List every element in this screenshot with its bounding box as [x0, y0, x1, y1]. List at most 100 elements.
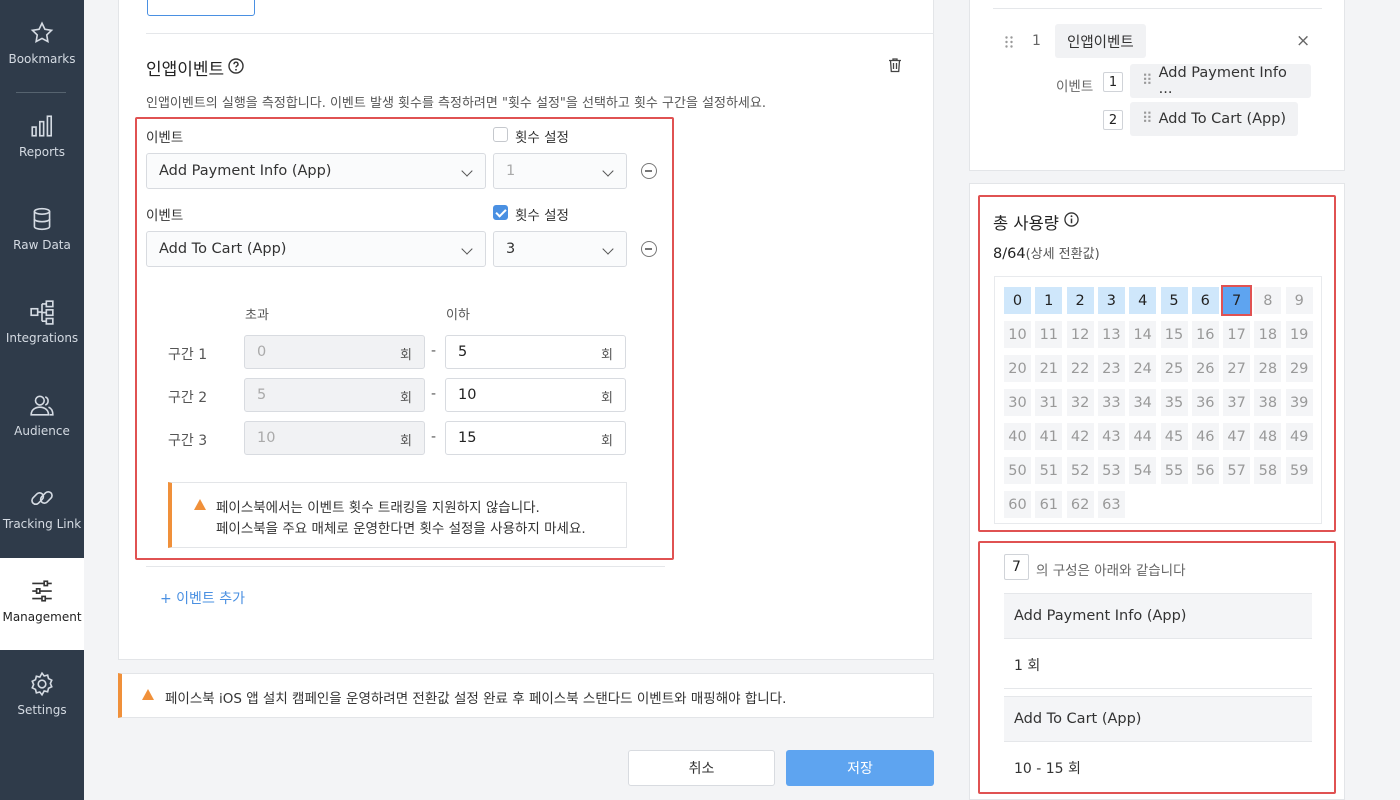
- range-to-input[interactable]: 5회: [445, 335, 626, 369]
- conversion-value-cell[interactable]: 13: [1097, 321, 1125, 348]
- conversion-value-cell[interactable]: 9: [1285, 287, 1313, 314]
- conversion-value-cell[interactable]: 52: [1066, 457, 1094, 484]
- conversion-value-cell[interactable]: 60: [1004, 491, 1031, 518]
- range-dash: -: [431, 386, 437, 402]
- conversion-value-cell[interactable]: 56: [1191, 457, 1219, 484]
- sidebar: Bookmarks Reports Raw Data Integrations …: [0, 0, 84, 800]
- range-to-input[interactable]: 10 회: [445, 378, 626, 412]
- sidebar-item-label: Audience: [14, 424, 70, 438]
- conversion-value-cell[interactable]: 26: [1191, 355, 1219, 382]
- preview-event-chip[interactable]: 인앱이벤트: [1055, 24, 1146, 58]
- count-checkbox[interactable]: [493, 127, 508, 142]
- conversion-value-cell[interactable]: 33: [1097, 389, 1125, 416]
- conversion-value-cell[interactable]: 15: [1160, 321, 1188, 348]
- top-button[interactable]: [147, 0, 255, 16]
- conversion-value-cell[interactable]: 28: [1254, 355, 1282, 382]
- drag-handle-icon[interactable]: [1004, 35, 1014, 49]
- conversion-value-cell[interactable]: 27: [1223, 355, 1251, 382]
- event-select[interactable]: Add To Cart (App): [146, 231, 486, 267]
- conversion-value-cell[interactable]: 51: [1035, 457, 1063, 484]
- conversion-value-cell[interactable]: 17: [1223, 321, 1251, 348]
- conversion-value-cell[interactable]: 16: [1191, 321, 1219, 348]
- conversion-value-cell[interactable]: 1: [1035, 287, 1063, 314]
- conversion-value-cell[interactable]: 50: [1004, 457, 1031, 484]
- conversion-value-cell[interactable]: 54: [1129, 457, 1157, 484]
- conversion-value-cell[interactable]: 18: [1254, 321, 1282, 348]
- conversion-value-cell[interactable]: 8: [1254, 287, 1282, 314]
- conversion-value-cell[interactable]: 59: [1285, 457, 1313, 484]
- ios-warning: 페이스북 iOS 앱 설치 캠페인을 운영하려면 전환값 설정 완료 후 페이스…: [118, 673, 934, 718]
- sidebar-item-management[interactable]: Management: [0, 558, 84, 650]
- conversion-value-cell[interactable]: 14: [1129, 321, 1157, 348]
- sidebar-item-reports[interactable]: Reports: [0, 93, 84, 185]
- conversion-value-cell[interactable]: 31: [1035, 389, 1063, 416]
- conversion-value-cell[interactable]: 36: [1191, 389, 1219, 416]
- sidebar-item-audience[interactable]: Audience: [0, 372, 84, 464]
- conversion-value-cell[interactable]: 55: [1160, 457, 1188, 484]
- conversion-value-cell[interactable]: 62: [1066, 491, 1094, 518]
- sidebar-item-integrations[interactable]: Integrations: [0, 279, 84, 371]
- conversion-value-cell[interactable]: 11: [1035, 321, 1063, 348]
- conversion-value-cell[interactable]: 58: [1254, 457, 1282, 484]
- conversion-value-cell[interactable]: 2: [1066, 287, 1094, 314]
- conversion-value-cell[interactable]: 40: [1004, 423, 1031, 450]
- close-icon[interactable]: ×: [1296, 31, 1310, 51]
- conversion-value-cell[interactable]: 30: [1004, 389, 1031, 416]
- preview-item-chip[interactable]: ⠿ Add To Cart (App): [1130, 102, 1299, 136]
- save-button[interactable]: 저장: [786, 750, 934, 786]
- conversion-value-cell[interactable]: 53: [1097, 457, 1125, 484]
- conversion-value-cell[interactable]: 61: [1035, 491, 1063, 518]
- conversion-value-cell[interactable]: 3: [1097, 287, 1125, 314]
- sidebar-item-tracking-link[interactable]: Tracking Link: [0, 465, 84, 557]
- sidebar-item-bookmarks[interactable]: Bookmarks: [0, 0, 84, 92]
- star-icon: [30, 21, 54, 44]
- conversion-value-cell[interactable]: 42: [1066, 423, 1094, 450]
- trash-icon[interactable]: [887, 57, 903, 73]
- conversion-value-cell[interactable]: 25: [1160, 355, 1188, 382]
- conversion-value-cell[interactable]: 48: [1254, 423, 1282, 450]
- conversion-value-cell[interactable]: 29: [1285, 355, 1313, 382]
- info-icon[interactable]: [1064, 212, 1079, 227]
- conversion-value-cell[interactable]: 41: [1035, 423, 1063, 450]
- conversion-value-cell[interactable]: 43: [1097, 423, 1125, 450]
- conversion-value-cell[interactable]: 44: [1129, 423, 1157, 450]
- conversion-value-cell[interactable]: 47: [1223, 423, 1251, 450]
- conversion-value-cell[interactable]: 49: [1285, 423, 1313, 450]
- add-event-link[interactable]: + 이벤트 추가: [160, 588, 245, 608]
- conversion-value-cell[interactable]: 34: [1129, 389, 1157, 416]
- conversion-value-cell[interactable]: 38: [1254, 389, 1282, 416]
- conversion-value-cell[interactable]: 19: [1285, 321, 1313, 348]
- conversion-value-cell[interactable]: 10: [1004, 321, 1031, 348]
- preview-item-chip[interactable]: ⠿ Add Payment Info ...: [1130, 64, 1311, 98]
- conversion-value-cell[interactable]: 46: [1191, 423, 1219, 450]
- conversion-value-cell[interactable]: 57: [1223, 457, 1251, 484]
- conversion-value-cell[interactable]: 23: [1097, 355, 1125, 382]
- conversion-value-cell[interactable]: 0: [1004, 287, 1031, 314]
- conversion-value-cell[interactable]: 45: [1160, 423, 1188, 450]
- conversion-value-cell[interactable]: 7: [1221, 285, 1253, 316]
- remove-event-icon[interactable]: [641, 163, 657, 179]
- conversion-value-cell[interactable]: 35: [1160, 389, 1188, 416]
- conversion-value-cell[interactable]: 20: [1004, 355, 1031, 382]
- conversion-value-cell[interactable]: 12: [1066, 321, 1094, 348]
- conversion-value-cell[interactable]: 21: [1035, 355, 1063, 382]
- conversion-value-cell[interactable]: 4: [1129, 287, 1157, 314]
- remove-event-icon[interactable]: [641, 241, 657, 257]
- conversion-value-cell[interactable]: 37: [1223, 389, 1251, 416]
- conversion-value-cell[interactable]: 63: [1097, 491, 1125, 518]
- conversion-value-cell[interactable]: 6: [1191, 287, 1219, 314]
- help-icon[interactable]: [228, 58, 244, 74]
- range-to-input[interactable]: 15 회: [445, 421, 626, 455]
- cancel-button[interactable]: 취소: [628, 750, 775, 786]
- event-select[interactable]: Add Payment Info (App): [146, 153, 486, 189]
- conversion-value-cell[interactable]: 22: [1066, 355, 1094, 382]
- conversion-value-cell[interactable]: 24: [1129, 355, 1157, 382]
- conversion-value-cell[interactable]: 5: [1160, 287, 1188, 314]
- count-checkbox[interactable]: [493, 205, 508, 220]
- conversion-value-cell[interactable]: 39: [1285, 389, 1313, 416]
- composition-event: Add To Cart (App): [1004, 696, 1312, 742]
- sidebar-item-settings[interactable]: Settings: [0, 651, 84, 743]
- conversion-value-cell[interactable]: 32: [1066, 389, 1094, 416]
- sidebar-item-raw-data[interactable]: Raw Data: [0, 186, 84, 278]
- count-select[interactable]: 3: [493, 231, 627, 267]
